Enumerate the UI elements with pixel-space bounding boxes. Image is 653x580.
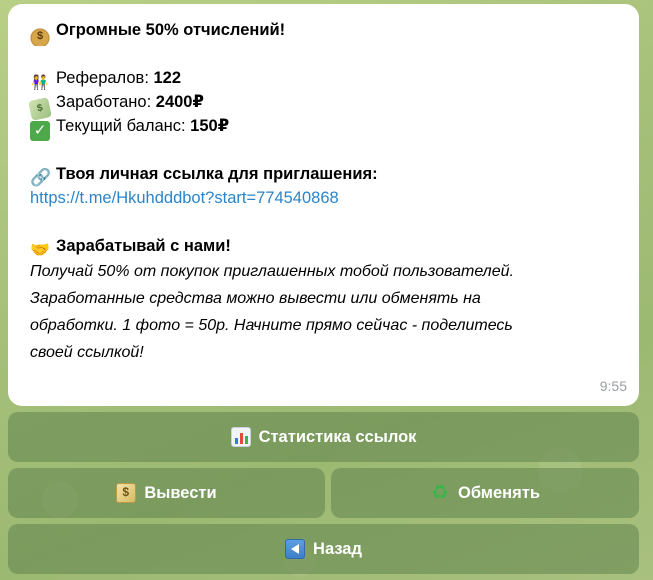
check-icon: ✓ <box>30 121 50 141</box>
back-arrow-icon <box>285 539 306 559</box>
description: Получай 50% от покупок приглашенных тобо… <box>30 258 623 366</box>
back-button-label: Назад <box>313 539 362 558</box>
referrals-value: 122 <box>153 69 182 87</box>
back-button[interactable]: Назад <box>8 524 639 574</box>
description-line: Заработанные средства можно вывести или … <box>30 290 481 307</box>
message-title: Огромные 50% отчислений! <box>56 21 286 39</box>
people-icon: 👫 <box>31 74 49 90</box>
earn-heading-line: 🤝 Зарабатывай с нами! <box>30 234 623 259</box>
withdraw-button[interactable]: Вывести <box>8 468 325 518</box>
link-heading-line: 🔗 Твоя личная ссылка для приглашения: <box>30 162 623 187</box>
withdraw-button-label: Вывести <box>144 483 217 502</box>
description-line: Получай 50% от покупок приглашенных тобо… <box>30 263 514 280</box>
cash-icon: $ <box>28 97 52 121</box>
balance-label: Текущий баланс: <box>56 117 191 135</box>
money-icon <box>116 483 137 503</box>
message-time: 9:55 <box>599 378 627 394</box>
link-heading: Твоя личная ссылка для приглашения: <box>56 165 378 183</box>
referrals-label: Рефералов: <box>56 69 154 87</box>
money-bag-icon: $ <box>30 26 50 46</box>
message-title-line: $ Огромные 50% отчислений! <box>30 18 623 46</box>
description-line: обработки. 1 фото = 50р. Начните прямо с… <box>30 317 513 334</box>
recycle-icon: ♻ <box>431 482 449 504</box>
earned-value: 2400₽ <box>155 93 204 111</box>
stats-button-label: Статистика ссылок <box>258 427 417 446</box>
link-icon: 🔗 <box>30 168 52 187</box>
exchange-button-label: Обменять <box>457 483 540 502</box>
message-bubble: $ Огромные 50% отчислений! 👫 Рефералов: 12… <box>8 4 639 406</box>
referrals-line: 👫 Рефералов: 122 <box>30 66 623 90</box>
exchange-button[interactable]: ♻ Обменять <box>331 468 639 518</box>
earned-line: $ Заработано: 2400₽ <box>28 90 623 121</box>
stats-button[interactable]: Статистика ссылок <box>8 412 639 462</box>
bar-chart-icon <box>230 427 251 447</box>
balance-line: ✓ Текущий баланс: 150₽ <box>30 114 623 141</box>
balance-value: 150₽ <box>190 117 230 135</box>
earn-heading: Зарабатывай с нами! <box>56 237 231 255</box>
earned-label: Заработано: <box>56 93 156 111</box>
description-line: своей ссылкой! <box>30 344 144 361</box>
referral-link[interactable]: https://t.me/Hkuhdddbot?start=774540868 <box>30 189 339 207</box>
